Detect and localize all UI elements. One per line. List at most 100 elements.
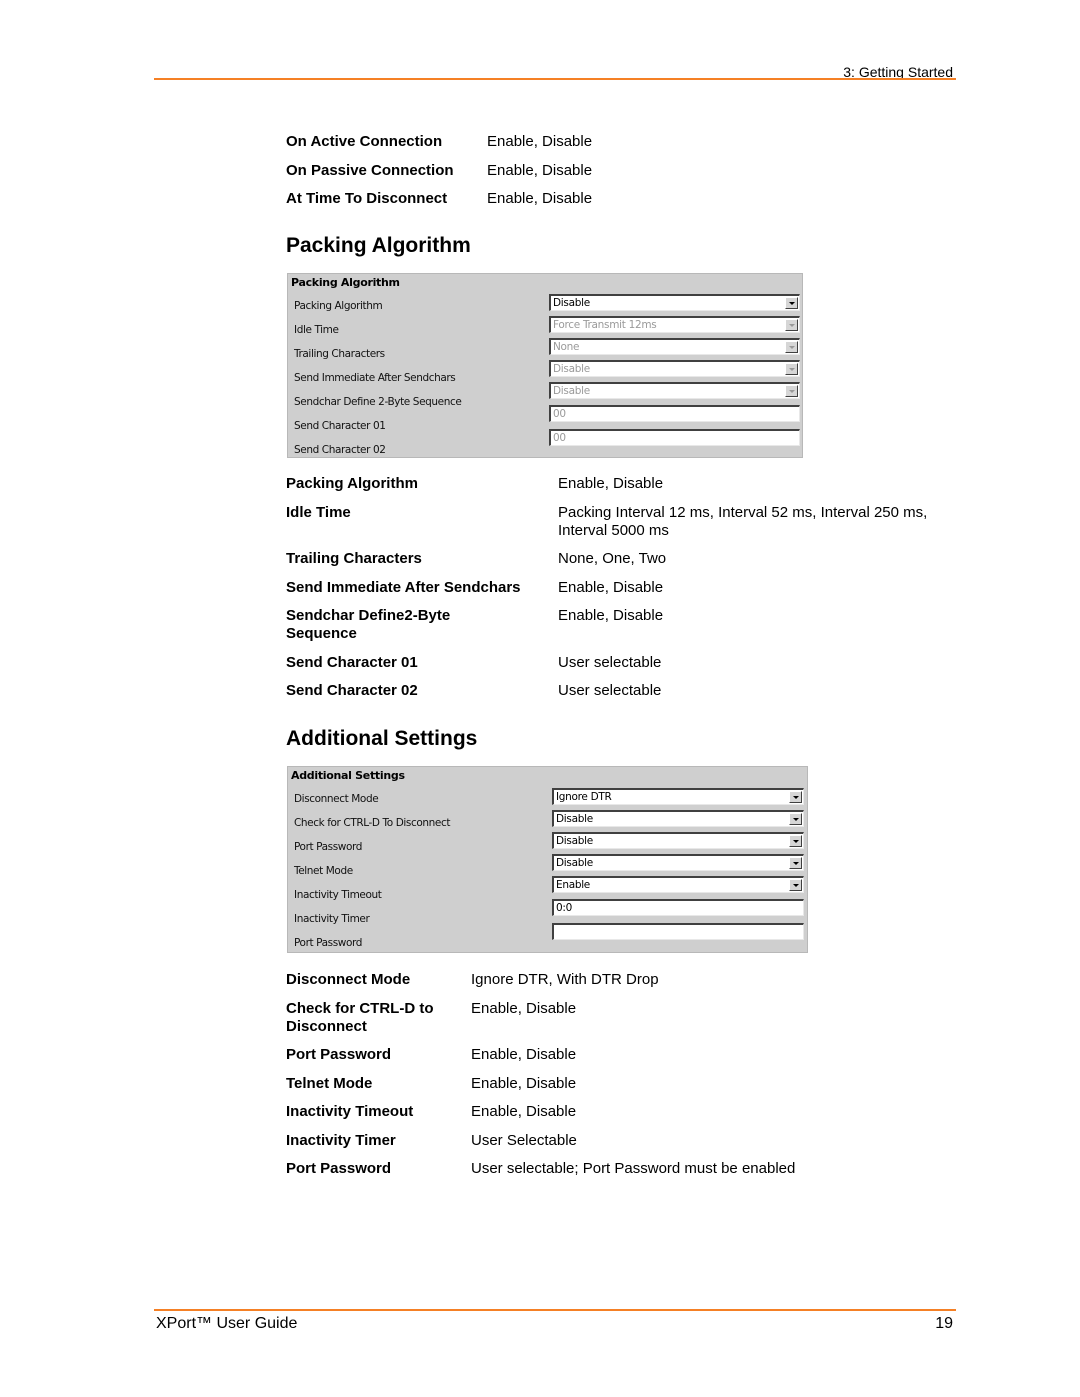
- panel-title: Packing Algorithm: [291, 276, 400, 289]
- table-row: Port Password User selectable; Port Pass…: [286, 1160, 795, 1178]
- description: Enable, Disable: [558, 607, 664, 624]
- term: Check for CTRL-D to Disconnect: [286, 999, 434, 1035]
- field-label: Send Character 02: [294, 444, 386, 456]
- page-number: 19: [935, 1315, 953, 1332]
- select-value: Disable: [556, 857, 593, 869]
- table-row: Sendchar Define2-Byte Sequence Enable, D…: [286, 607, 958, 643]
- connection-options-table: On Active Connection Enable, Disable On …: [286, 133, 592, 219]
- term: Port Password: [286, 1160, 392, 1177]
- disconnect-mode-select[interactable]: Ignore DTR: [552, 788, 804, 805]
- check-ctrl-d-select[interactable]: Disable: [552, 810, 804, 827]
- term: Sendchar Define2-Byte Sequence: [286, 607, 451, 642]
- additional-settings-table: Disconnect Mode Ignore DTR, With DTR Dro…: [286, 971, 795, 1189]
- description: Enable, Disable: [471, 1103, 577, 1120]
- select-value: Disable: [553, 297, 590, 309]
- dropdown-arrow-icon[interactable]: [785, 341, 798, 353]
- input-value: 0:0: [556, 902, 572, 914]
- term: On Active Connection: [286, 133, 443, 150]
- description: Enable, Disable: [471, 1074, 577, 1092]
- trailing-characters-select[interactable]: None: [549, 338, 800, 355]
- select-value: Ignore DTR: [556, 791, 612, 803]
- dropdown-arrow-icon[interactable]: [785, 363, 798, 375]
- term: Telnet Mode: [286, 1074, 373, 1092]
- port-password-select[interactable]: Disable: [552, 832, 804, 849]
- panel-title: Additional Settings: [291, 769, 405, 782]
- description: Packing Interval 12 ms, Interval 52 ms, …: [558, 503, 928, 539]
- field-label: Disconnect Mode: [294, 793, 379, 805]
- section-title-packing-algorithm: Packing Algorithm: [286, 234, 471, 257]
- table-row: Send Immediate After Sendchars Enable, D…: [286, 579, 958, 597]
- select-value: None: [553, 341, 580, 353]
- term: Send Character 02: [286, 682, 418, 699]
- term: Send Character 01: [286, 653, 418, 671]
- table-row: Port Password Enable, Disable: [286, 1046, 795, 1064]
- select-value: Disable: [556, 813, 593, 825]
- input-value: 00: [553, 432, 566, 444]
- dropdown-arrow-icon[interactable]: [789, 879, 802, 891]
- packing-algorithm-table: Packing Algorithm Enable, Disable Idle T…: [286, 475, 958, 711]
- description: Enable, Disable: [558, 578, 664, 596]
- term: On Passive Connection: [286, 161, 454, 179]
- description: Ignore DTR, With DTR Drop: [471, 971, 659, 988]
- field-label: Idle Time: [294, 324, 339, 336]
- send-character-01-input[interactable]: 00: [549, 405, 800, 422]
- field-label: Check for CTRL-D To Disconnect: [294, 817, 451, 829]
- term: Inactivity Timeout: [286, 1103, 414, 1120]
- term: Trailing Characters: [286, 550, 422, 567]
- dropdown-arrow-icon[interactable]: [789, 791, 802, 803]
- idle-time-select[interactable]: Force Transmit 12ms: [549, 316, 800, 333]
- inactivity-timer-input[interactable]: 0:0: [552, 899, 804, 916]
- select-value: Disable: [556, 835, 593, 847]
- term: Send Immediate After Sendchars: [286, 578, 521, 596]
- dropdown-arrow-icon[interactable]: [785, 297, 798, 309]
- field-label: Port Password: [294, 841, 362, 853]
- description: Enable, Disable: [471, 1046, 577, 1063]
- packing-algorithm-select[interactable]: Disable: [549, 294, 800, 311]
- select-value: Disable: [553, 363, 590, 375]
- field-label: Sendchar Define 2-Byte Sequence: [294, 396, 462, 408]
- field-label: Send Character 01: [294, 420, 386, 432]
- telnet-mode-select[interactable]: Disable: [552, 854, 804, 871]
- description: User selectable: [558, 682, 662, 699]
- inactivity-timeout-select[interactable]: Enable: [552, 876, 804, 893]
- section-title-additional-settings: Additional Settings: [286, 727, 478, 750]
- description: User selectable; Port Password must be e…: [471, 1160, 796, 1177]
- table-row: Inactivity Timer User Selectable: [286, 1132, 795, 1150]
- table-row: Check for CTRL-D to Disconnect Enable, D…: [286, 1000, 795, 1036]
- description: User selectable: [558, 653, 662, 671]
- send-character-02-input[interactable]: 00: [549, 429, 800, 446]
- dropdown-arrow-icon[interactable]: [789, 857, 802, 869]
- term: Disconnect Mode: [286, 971, 411, 988]
- port-password-input[interactable]: [552, 923, 804, 940]
- dropdown-arrow-icon[interactable]: [789, 835, 802, 847]
- dropdown-arrow-icon[interactable]: [789, 813, 802, 825]
- table-row: On Passive Connection Enable, Disable: [286, 162, 592, 180]
- guide-title: XPort™ User Guide: [156, 1315, 298, 1332]
- input-value: 00: [553, 408, 566, 420]
- description: Enable, Disable: [487, 133, 593, 150]
- table-row: Send Character 01 User selectable: [286, 654, 958, 672]
- send-immediate-select[interactable]: Disable: [549, 360, 800, 377]
- dropdown-arrow-icon[interactable]: [785, 319, 798, 331]
- table-row: Inactivity Timeout Enable, Disable: [286, 1103, 795, 1121]
- field-label: Telnet Mode: [294, 865, 353, 877]
- table-row: Disconnect Mode Ignore DTR, With DTR Dro…: [286, 971, 795, 989]
- sendchar-define-select[interactable]: Disable: [549, 382, 800, 399]
- term: Port Password: [286, 1046, 392, 1063]
- term: Idle Time: [286, 503, 351, 521]
- description: Enable, Disable: [558, 475, 664, 492]
- description: Enable, Disable: [471, 999, 577, 1017]
- header-divider: [154, 78, 956, 80]
- table-row: Idle Time Packing Interval 12 ms, Interv…: [286, 504, 958, 540]
- field-label: Inactivity Timeout: [294, 889, 382, 901]
- field-label: Port Password: [294, 937, 362, 949]
- description: Enable, Disable: [487, 190, 593, 207]
- description: None, One, Two: [558, 550, 667, 567]
- term: Inactivity Timer: [286, 1131, 396, 1149]
- table-row: Send Character 02 User selectable: [286, 682, 958, 700]
- table-row: At Time To Disconnect Enable, Disable: [286, 190, 592, 208]
- dropdown-arrow-icon[interactable]: [785, 385, 798, 397]
- field-label: Send Immediate After Sendchars: [294, 372, 456, 384]
- packing-algorithm-panel: Packing Algorithm Packing Algorithm Idle…: [287, 273, 803, 458]
- field-label: Packing Algorithm: [294, 300, 383, 312]
